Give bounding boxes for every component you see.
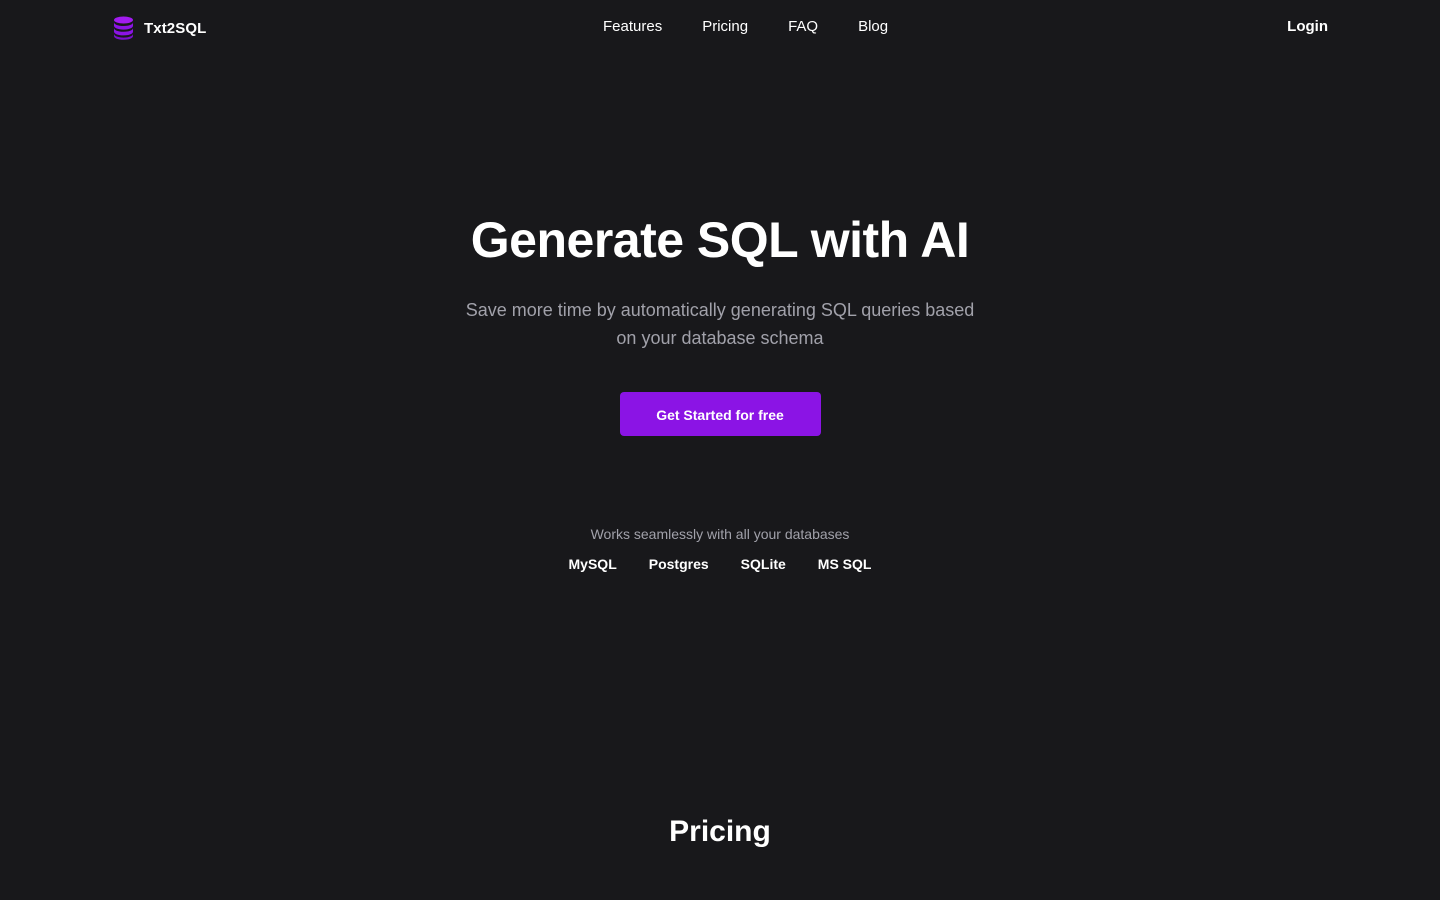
hero-subtitle: Save more time by automatically generati… — [465, 300, 975, 348]
pricing-heading: Pricing — [669, 815, 771, 848]
database-list: MySQL Postgres SQLite MS SQL — [0, 556, 1440, 572]
login-link[interactable]: Login — [1287, 18, 1328, 35]
brand-logo-link[interactable]: Txt2SQL — [113, 16, 206, 40]
nav-links: Features Pricing FAQ Blog — [603, 18, 888, 35]
hero-title: Generate SQL with AI — [470, 212, 970, 268]
database-item-postgres: Postgres — [648, 556, 709, 572]
database-icon — [114, 16, 133, 40]
nav-link-pricing[interactable]: Pricing — [702, 18, 748, 35]
databases-caption: Works seamlessly with all your databases — [590, 526, 850, 542]
landing-page: Txt2SQL Features Pricing FAQ Blog Login … — [0, 0, 1440, 900]
brand-name: Txt2SQL — [144, 19, 207, 37]
databases-section: Works seamlessly with all your databases… — [0, 524, 1440, 572]
nav-link-faq[interactable]: FAQ — [788, 18, 818, 35]
database-item-mssql: MS SQL — [817, 556, 872, 572]
nav-link-features[interactable]: Features — [603, 18, 662, 35]
database-item-mysql: MySQL — [568, 556, 617, 572]
database-item-sqlite: SQLite — [740, 556, 786, 572]
top-navigation: Txt2SQL Features Pricing FAQ Blog Login — [0, 0, 1440, 56]
hero-section: Generate SQL with AI Save more time by a… — [0, 208, 1440, 436]
nav-link-blog[interactable]: Blog — [858, 18, 888, 35]
get-started-button[interactable]: Get Started for free — [619, 392, 821, 436]
